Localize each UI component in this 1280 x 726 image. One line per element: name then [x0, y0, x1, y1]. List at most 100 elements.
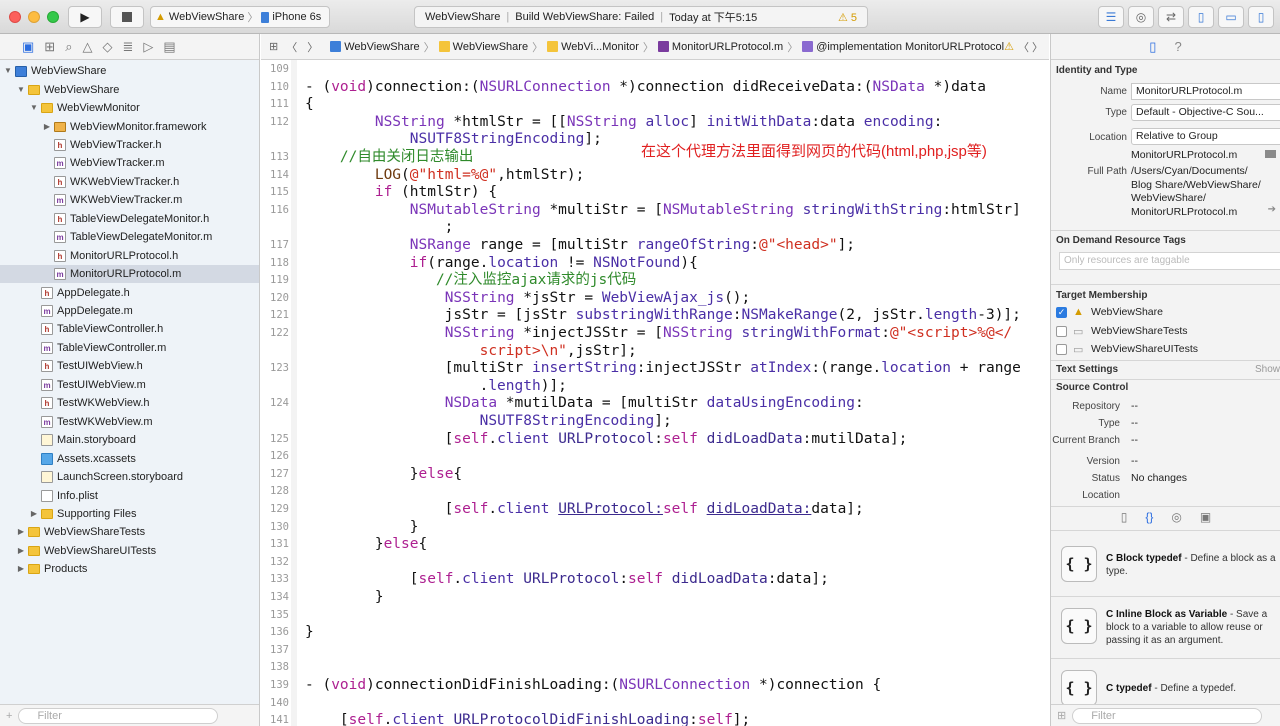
issue-nav-arrows[interactable]: 〈 〉: [1018, 39, 1043, 55]
tags-field[interactable]: Only resources are taggable: [1059, 252, 1280, 270]
line-gutter[interactable]: 109 110 111 112 113 114 115 116 117 118 119 120 121 1…: [261, 60, 293, 726]
code-folding-ribbon[interactable]: [291, 60, 297, 726]
forward-arrow-icon[interactable]: 〉: [307, 39, 318, 55]
code-snippet-icon[interactable]: { }: [1061, 546, 1097, 582]
tree-item[interactable]: m AppDelegate.m: [0, 302, 259, 320]
stop-button[interactable]: [110, 6, 144, 28]
minimize-window-button[interactable]: [28, 11, 40, 23]
tree-item[interactable]: h MonitorURLProtocol.h: [0, 247, 259, 265]
breadcrumb-item[interactable]: WebViewShare: [438, 41, 528, 53]
tree-item[interactable]: ▼ WebViewShare: [0, 62, 259, 80]
help-icon[interactable]: ?: [1174, 39, 1181, 54]
tree-item[interactable]: ▼ WebViewMonitor: [0, 99, 259, 117]
assistant-editor-button[interactable]: ◎: [1128, 6, 1154, 28]
tree-item[interactable]: m WKWebViewTracker.m: [0, 191, 259, 209]
code-snippet-icon[interactable]: { }: [1061, 608, 1097, 644]
tree-item[interactable]: m WebViewTracker.m: [0, 154, 259, 172]
debug-icon[interactable]: ≣: [122, 39, 133, 55]
line-number: 130: [270, 520, 289, 533]
run-button[interactable]: ▶: [68, 6, 102, 28]
target-checkbox[interactable]: [1056, 325, 1067, 337]
warning-icon[interactable]: ⚠: [1004, 40, 1014, 53]
warning-badge[interactable]: ⚠ 5: [838, 11, 857, 24]
tree-item[interactable]: m TestWKWebView.m: [0, 413, 259, 431]
reveal-arrow-icon[interactable]: ➔: [1268, 204, 1276, 215]
type-popup[interactable]: Default - Objective-C Sou...: [1131, 104, 1280, 121]
tree-item[interactable]: h TestWKWebView.h: [0, 394, 259, 412]
related-items-icon[interactable]: ⊞: [269, 40, 278, 53]
tree-item[interactable]: Info.plist: [0, 486, 259, 504]
grid-icon[interactable]: ⊞: [1057, 709, 1066, 722]
close-window-button[interactable]: [9, 11, 21, 23]
tree-item[interactable]: ▶ WebViewMonitor.framework: [0, 117, 259, 135]
tree-item[interactable]: ▶ Products: [0, 560, 259, 578]
media-library-icon[interactable]: ▣: [1200, 510, 1211, 524]
disclosure-triangle-icon[interactable]: ▶: [42, 118, 52, 136]
back-arrow-icon[interactable]: 〈: [286, 39, 297, 55]
disclosure-triangle-icon[interactable]: ▶: [16, 542, 26, 560]
disclosure-triangle-icon[interactable]: ▼: [29, 99, 39, 117]
library-filter-input[interactable]: Filter: [1072, 707, 1263, 724]
tree-item[interactable]: h AppDelegate.h: [0, 283, 259, 301]
line-number: 129: [270, 503, 289, 515]
report-icon[interactable]: ▤: [163, 39, 175, 55]
source-editor[interactable]: 109 110 111 112 113 114 115 116 117 118 119 120 121 1…: [261, 60, 1049, 726]
standard-editor-button[interactable]: ☰: [1098, 6, 1124, 28]
tree-item-label: TestUIWebView.h: [57, 360, 143, 373]
tree-item[interactable]: h TableViewDelegateMonitor.h: [0, 210, 259, 228]
breadcrumb-item[interactable]: MonitorURLProtocol.m: [657, 41, 783, 53]
tree-item[interactable]: h WKWebViewTracker.h: [0, 173, 259, 191]
breadcrumb-item[interactable]: @implementation MonitorURLProtocol: [802, 41, 1004, 53]
tree-item[interactable]: h WebViewTracker.h: [0, 136, 259, 154]
tree-item[interactable]: ▶ WebViewShareTests: [0, 523, 259, 541]
folder-icon[interactable]: ▣: [22, 39, 34, 55]
file-icon[interactable]: ▯: [1149, 39, 1156, 55]
version-editor-button[interactable]: ⇄: [1158, 6, 1184, 28]
objc-file-icon: m: [54, 194, 66, 207]
tree-item[interactable]: ▶ WebViewShareUITests: [0, 542, 259, 560]
scheme-selector[interactable]: ▲ WebViewShare 〉 iPhone 6s: [150, 6, 330, 28]
zoom-window-button[interactable]: [47, 11, 59, 23]
tree-item[interactable]: m TableViewController.m: [0, 339, 259, 357]
folder-icon: [438, 41, 450, 52]
tree-item[interactable]: ▶ Supporting Files: [0, 505, 259, 523]
navigator-filter-input[interactable]: Filter: [18, 707, 219, 724]
breadcrumb-item[interactable]: WebViewShare: [330, 41, 420, 53]
tree-item[interactable]: m MonitorURLProtocol.m: [0, 264, 259, 284]
disclosure-triangle-icon[interactable]: ▶: [16, 560, 26, 578]
symbol-icon[interactable]: ⊞: [44, 39, 55, 55]
tree-item[interactable]: m TableViewDelegateMonitor.m: [0, 228, 259, 246]
folder-icon[interactable]: [1265, 150, 1276, 158]
disclosure-triangle-icon[interactable]: ▼: [3, 62, 13, 80]
tree-item[interactable]: m TestUIWebView.m: [0, 376, 259, 394]
name-field[interactable]: MonitorURLProtocol.m: [1131, 83, 1280, 100]
issue-icon[interactable]: △: [82, 39, 92, 55]
code-snippet-icon[interactable]: { }: [1061, 670, 1097, 706]
project-icon: [330, 41, 342, 52]
tree-item[interactable]: ▼ WebViewShare: [0, 80, 259, 98]
target-checkbox[interactable]: ✓: [1056, 307, 1067, 318]
target-checkbox[interactable]: [1056, 344, 1067, 355]
tree-item[interactable]: Assets.xcassets: [0, 449, 259, 467]
tree-item[interactable]: h TableViewController.h: [0, 320, 259, 338]
add-icon[interactable]: +: [6, 710, 12, 722]
code-line: [multiStr insertString:injectJSStr atInd…: [305, 360, 1021, 377]
location-popup[interactable]: Relative to Group: [1131, 128, 1280, 145]
disclosure-triangle-icon[interactable]: ▼: [16, 81, 26, 99]
tree-item[interactable]: Main.storyboard: [0, 431, 259, 449]
breakpoint-icon[interactable]: ▷: [143, 39, 153, 55]
test-icon[interactable]: ◇: [102, 39, 112, 55]
tree-item[interactable]: LaunchScreen.storyboard: [0, 468, 259, 486]
object-library-icon[interactable]: ◎: [1171, 510, 1181, 524]
search-icon[interactable]: ⌕: [65, 39, 72, 55]
toggle-inspector-button[interactable]: ▯: [1248, 6, 1274, 28]
breadcrumb-item[interactable]: WebVi...Monitor: [547, 41, 639, 53]
tree-item[interactable]: h TestUIWebView.h: [0, 357, 259, 375]
toggle-navigator-button[interactable]: ▯: [1188, 6, 1214, 28]
file-template-icon[interactable]: ▯: [1121, 510, 1128, 524]
show-button[interactable]: Show: [1255, 364, 1280, 375]
disclosure-triangle-icon[interactable]: ▶: [16, 523, 26, 541]
toggle-debug-button[interactable]: ▭: [1218, 6, 1244, 28]
disclosure-triangle-icon[interactable]: ▶: [29, 505, 39, 523]
code-snippet-icon[interactable]: {}: [1145, 510, 1153, 524]
